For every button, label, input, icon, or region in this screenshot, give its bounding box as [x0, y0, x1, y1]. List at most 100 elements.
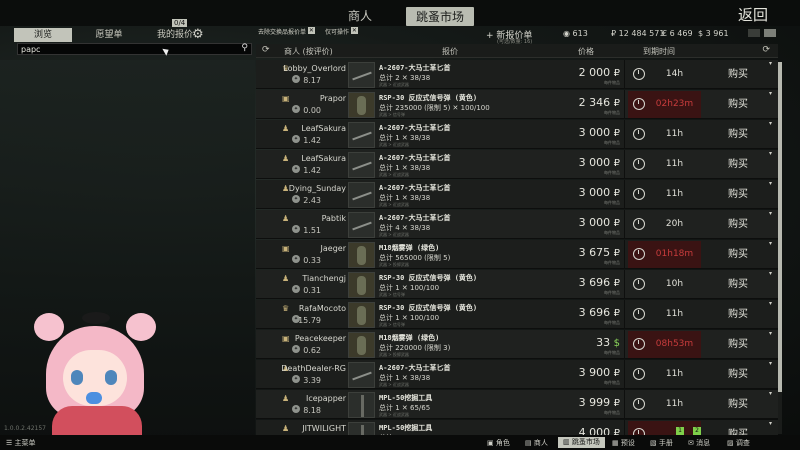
nav-survey[interactable]: ▨ 调查	[727, 438, 750, 448]
item-thumbnail[interactable]	[348, 302, 375, 328]
buy-button[interactable]: 购买	[704, 60, 772, 89]
chevron-down-icon[interactable]: ▾	[769, 210, 772, 217]
item-thumbnail[interactable]	[348, 242, 375, 268]
seller-name[interactable]: LeafSakura	[301, 124, 346, 133]
table-row[interactable]: ♛ RafaMocoto ✦ 15.79 RSP-30 反应式信号弹 (黄色) 总计 1 …	[256, 300, 778, 329]
buy-button[interactable]: 购买	[704, 90, 772, 119]
item-name[interactable]: A-2607-大马士革匕首	[379, 123, 451, 133]
nav-handbook[interactable]: ▧ 手册	[650, 438, 673, 448]
item-thumbnail[interactable]	[348, 152, 375, 178]
item-name[interactable]: A-2607-大马士革匕首	[379, 363, 451, 373]
nav-presets[interactable]: ▦ 预设	[612, 438, 635, 448]
seller-cell[interactable]: ♟ LeafSakura ✦ 1.42	[274, 150, 346, 179]
gear-icon[interactable]: ⚙	[192, 27, 204, 42]
table-row[interactable]: ▣ Peacekeeper ✦ 0.62 M18烟雾弹 (绿色) 总计 220000 (限…	[256, 330, 778, 359]
seller-cell[interactable]: ♛ RafaMocoto ✦ 15.79	[274, 300, 346, 329]
seller-name[interactable]: Tianchengj	[302, 274, 346, 283]
seller-cell[interactable]: ▣ Prapor ✦ 0.00	[274, 90, 346, 119]
chevron-down-icon[interactable]: ▾	[769, 150, 772, 157]
chevron-down-icon[interactable]: ▾	[769, 60, 772, 67]
item-thumbnail[interactable]	[348, 392, 375, 418]
item-thumbnail[interactable]	[348, 182, 375, 208]
tab-wishlist[interactable]: 愿望单	[80, 28, 138, 42]
tab-traders[interactable]: 商人	[348, 7, 372, 24]
chevron-down-icon[interactable]: ▾	[769, 90, 772, 97]
seller-name[interactable]: Jaeger	[321, 244, 346, 253]
nav-traders[interactable]: ▤ 商人	[525, 438, 548, 448]
seller-name[interactable]: Peacekeeper	[295, 334, 346, 343]
seller-name[interactable]: Icepapper	[306, 394, 346, 403]
seller-cell[interactable]: ♟ LeafSakura ✦ 1.42	[274, 120, 346, 149]
seller-cell[interactable]: ♟ Tianchengj ✦ 0.31	[274, 270, 346, 299]
item-name[interactable]: A-2607-大马士革匕首	[379, 213, 451, 223]
item-name[interactable]: A-2607-大马士革匕首	[379, 63, 451, 73]
item-name[interactable]: MPL-50挖掘工具	[379, 393, 432, 403]
seller-cell[interactable]: ♟ Pabtik ✦ 1.51	[274, 210, 346, 239]
item-thumbnail[interactable]	[348, 272, 375, 298]
tab-browse[interactable]: 浏览	[14, 28, 72, 42]
search-input[interactable]	[18, 44, 228, 54]
scrollbar-thumb[interactable]	[778, 62, 782, 392]
table-row[interactable]: ♟ Icepapper ✦ 8.18 MPL-50挖掘工具 总计 1 ✕ 65/65 武器 …	[256, 390, 778, 419]
seller-name[interactable]: Lobby_Overlord	[283, 64, 346, 73]
item-thumbnail[interactable]	[348, 62, 375, 88]
close-icon[interactable]: ✕	[350, 27, 358, 34]
nav-flea-market[interactable]: ▥ 跳蚤市场	[558, 437, 605, 448]
item-name[interactable]: M18烟雾弹 (绿色)	[379, 333, 439, 343]
table-row[interactable]: ♟ LeafSakura ✦ 1.42 A-2607-大马士革匕首 总计 1 ✕ 38/3…	[256, 150, 778, 179]
seller-cell[interactable]: ▣ Jaeger ✦ 0.33	[274, 240, 346, 269]
seller-cell[interactable]: ▣ Peacekeeper ✦ 0.62	[274, 330, 346, 359]
buy-button[interactable]: 购买	[704, 180, 772, 209]
chevron-down-icon[interactable]: ▾	[769, 270, 772, 277]
seller-name[interactable]: JITWILIGHT	[302, 424, 346, 433]
chevron-down-icon[interactable]: ▾	[769, 240, 772, 247]
item-thumbnail[interactable]	[348, 362, 375, 388]
buy-button[interactable]: 购买	[704, 360, 772, 389]
view-list-toggle[interactable]	[748, 29, 760, 37]
table-row[interactable]: ▣ Jaeger ✦ 0.33 M18烟雾弹 (绿色) 总计 565000 (限制 5) 武…	[256, 240, 778, 269]
item-name[interactable]: RSP-30 反应式信号弹 (黄色)	[379, 303, 477, 313]
chevron-down-icon[interactable]: ▾	[769, 420, 772, 427]
chevron-down-icon[interactable]: ▾	[769, 330, 772, 337]
seller-cell[interactable]: ♟ Dying_Sunday ✦ 2.43	[274, 180, 346, 209]
chevron-down-icon[interactable]: ▾	[769, 120, 772, 127]
table-row[interactable]: ♟ Pabtik ✦ 1.51 A-2607-大马士革匕首 总计 4 ✕ 38/38 武器 …	[256, 210, 778, 239]
item-thumbnail[interactable]	[348, 92, 375, 118]
item-name[interactable]: A-2607-大马士革匕首	[379, 153, 451, 163]
buy-button[interactable]: 购买	[704, 390, 772, 419]
seller-cell[interactable]: ♟ DeathDealer-RG ✦ 3.39	[274, 360, 346, 389]
item-name[interactable]: MPL-50挖掘工具	[379, 423, 432, 433]
item-thumbnail[interactable]	[348, 212, 375, 238]
buy-button[interactable]: 购买	[704, 150, 772, 179]
search-icon[interactable]: ⚲	[241, 43, 248, 53]
buy-button[interactable]: 购买	[704, 240, 772, 269]
scrollbar[interactable]	[778, 62, 782, 434]
seller-name[interactable]: Prapor	[320, 94, 346, 103]
refresh-icon[interactable]: ⟳	[762, 45, 770, 55]
table-row[interactable]: ▣ Prapor ✦ 0.00 RSP-30 反应式信号弹 (黄色) 总计 235000 …	[256, 90, 778, 119]
main-menu-button[interactable]: ☰ 主菜单	[6, 438, 36, 448]
nav-messages[interactable]: ✉ 消息	[688, 438, 710, 448]
header-seller[interactable]: 商人 (按评价)	[284, 46, 333, 57]
header-offer[interactable]: 报价	[442, 46, 458, 57]
buy-button[interactable]: 购买	[704, 270, 772, 299]
item-name[interactable]: RSP-30 反应式信号弹 (黄色)	[379, 273, 477, 283]
table-row[interactable]: ♟ Tianchengj ✦ 0.31 RSP-30 反应式信号弹 (黄色) 总计 1 ✕…	[256, 270, 778, 299]
chevron-down-icon[interactable]: ▾	[769, 390, 772, 397]
header-expires[interactable]: 到期时间	[643, 46, 675, 57]
chevron-down-icon[interactable]: ▾	[769, 180, 772, 187]
chevron-down-icon[interactable]: ▾	[769, 300, 772, 307]
filter-only-operable[interactable]: 仅可操作 ✕	[325, 27, 358, 36]
item-name[interactable]: RSP-30 反应式信号弹 (黄色)	[379, 93, 477, 103]
table-row[interactable]: ♟ LeafSakura ✦ 1.42 A-2607-大马士革匕首 总计 1 ✕ 38/3…	[256, 120, 778, 149]
seller-cell[interactable]: ♛ Lobby_Overlord ✦ 8.17	[274, 60, 346, 89]
item-thumbnail[interactable]	[348, 332, 375, 358]
buy-button[interactable]: 购买	[704, 120, 772, 149]
buy-button[interactable]: 购买	[704, 210, 772, 239]
seller-name[interactable]: Dying_Sunday	[289, 184, 346, 193]
refresh-icon[interactable]: ⟳	[262, 45, 270, 55]
item-name[interactable]: M18烟雾弹 (绿色)	[379, 243, 439, 253]
table-row[interactable]: ♟ DeathDealer-RG ✦ 3.39 A-2607-大马士革匕首 总计 1 ✕ …	[256, 360, 778, 389]
view-grid-toggle[interactable]	[764, 29, 776, 37]
close-icon[interactable]: ✕	[307, 27, 315, 34]
